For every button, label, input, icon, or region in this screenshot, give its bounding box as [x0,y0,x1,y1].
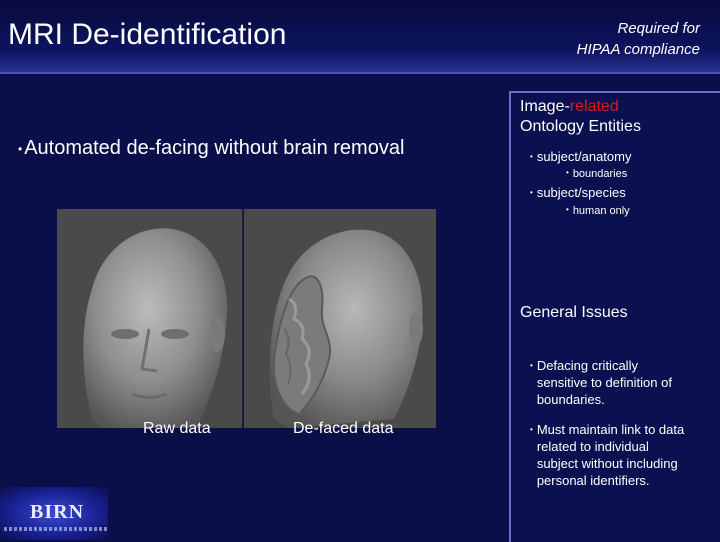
issue-line: boundaries. [536,392,605,407]
ontology-heading-prefix: Image- [520,98,570,115]
ontology-heading: Image-related Ontology Entities [520,97,641,137]
issue-item-link: • Must maintain link to data related to … [530,421,710,489]
ontology-item-label: subject/anatomy [536,149,632,164]
bullet-icon: • [530,425,533,434]
issue-line: Defacing critically [536,358,638,373]
compliance-note: Required for HIPAA compliance [577,18,700,60]
mri-comparison-image [57,209,436,428]
slide-title: MRI De-identification [8,18,287,51]
issue-line: Must maintain link to data [536,422,685,437]
main-bullet: • Automated de-facing without brain remov… [18,137,404,160]
logo-tagline-decoration [4,527,108,531]
title-bar: MRI De-identification Required for HIPAA… [0,0,720,74]
ontology-item-species: • subject/species [530,184,710,201]
ontology-heading-highlight: related [569,98,619,115]
ontology-heading-line2: Ontology Entities [520,118,641,135]
issue-line: sensitive to definition of [536,375,672,390]
ontology-subitem-label: boundaries [572,168,628,180]
compliance-line-1: Required for [617,20,700,37]
ontology-subitem-human-only: • human only [566,203,630,218]
birn-logo: BIRN [0,487,108,540]
bullet-icon: • [566,205,569,214]
bullet-icon: • [566,168,569,177]
bullet-icon: • [530,188,533,197]
raw-head-image [57,209,242,428]
raw-data-caption: Raw data [143,420,211,437]
ontology-subitem-label: human only [572,205,630,217]
bullet-icon: • [18,141,23,156]
issue-item-defacing: • Defacing critically sensitive to defin… [530,357,710,408]
issue-line: related to individual [536,439,649,454]
compliance-line-2: HIPAA compliance [576,41,700,58]
bullet-icon: • [530,361,533,370]
defaced-data-caption: De-faced data [293,420,394,437]
issue-line: personal identifiers. [536,473,650,488]
ontology-item-anatomy: • subject/anatomy [530,148,710,165]
main-bullet-text: Automated de-facing without brain remova… [24,137,405,159]
ontology-item-label: subject/species [536,185,626,200]
general-issues-heading: General Issues [520,304,628,321]
issue-line: subject without including [536,456,678,471]
ontology-subitem-boundaries: • boundaries [566,166,627,181]
bullet-icon: • [530,152,533,161]
defaced-head-image [244,209,436,428]
birn-logo-text: BIRN [30,501,85,523]
